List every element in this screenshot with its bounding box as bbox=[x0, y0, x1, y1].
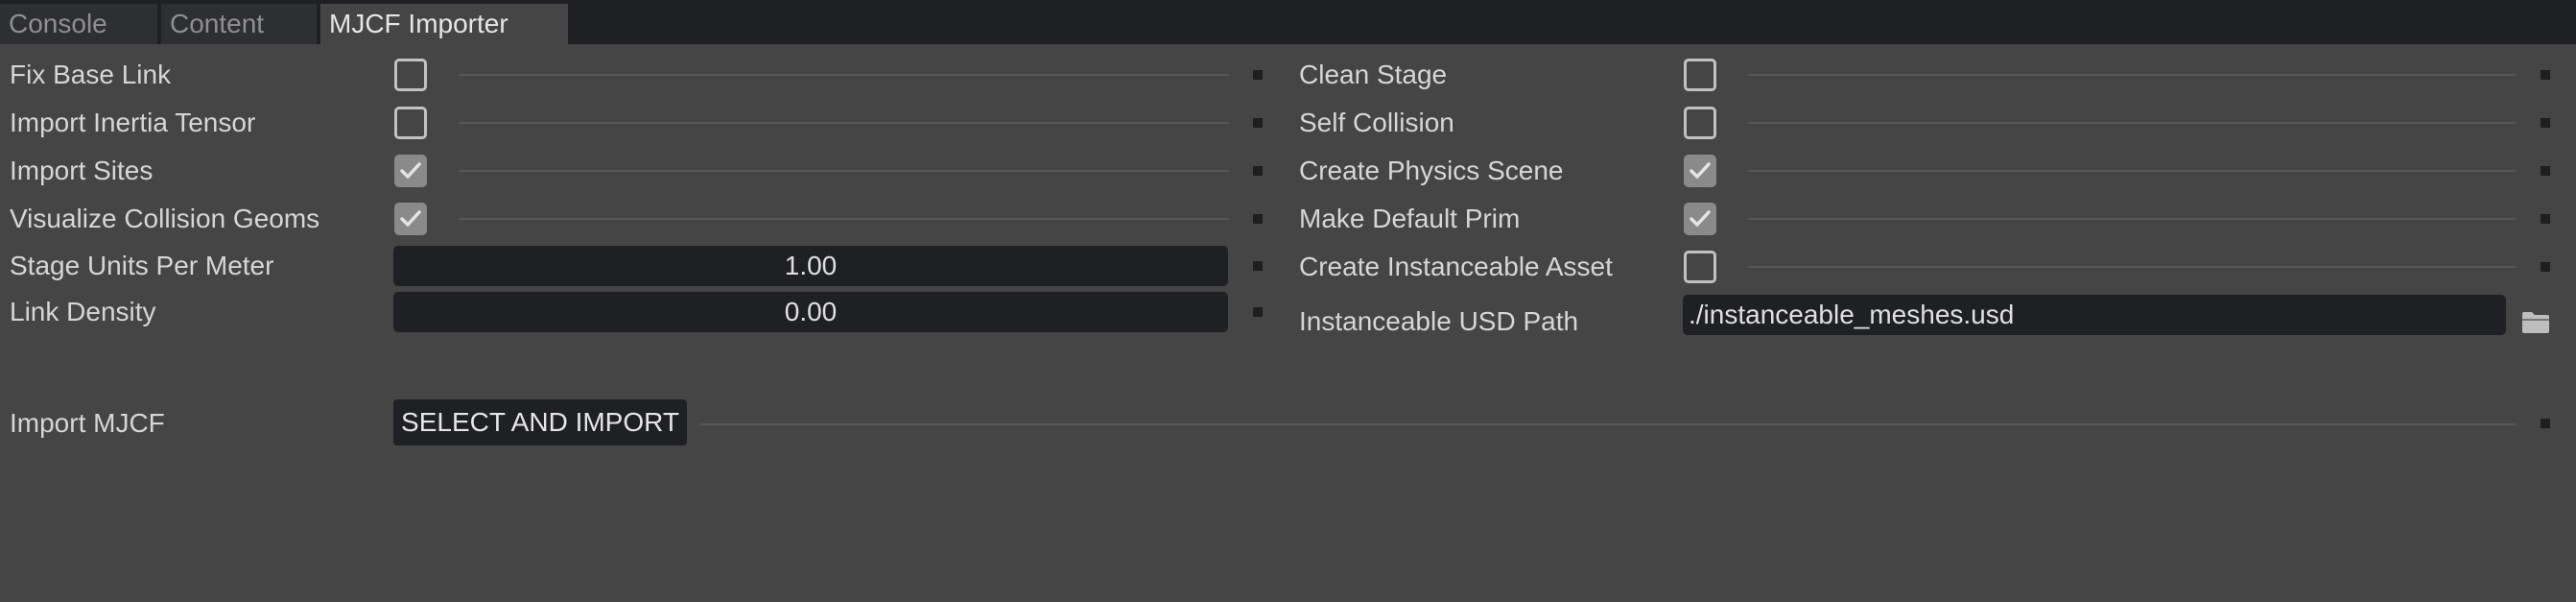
fix-base-link-label: Fix Base Link bbox=[10, 60, 172, 89]
row-divider bbox=[1748, 74, 2516, 76]
import-inertia-tensor-checkbox[interactable] bbox=[394, 107, 427, 139]
clean-stage-label: Clean Stage bbox=[1299, 60, 1448, 89]
reset-default-button[interactable] bbox=[1253, 214, 1263, 224]
reset-default-button[interactable] bbox=[2541, 214, 2550, 224]
tab-mjcf-importer[interactable]: MJCF Importer bbox=[320, 4, 568, 44]
import-mjcf-label: Import MJCF bbox=[10, 408, 165, 438]
row-divider bbox=[1748, 170, 2516, 172]
create-instanceable-asset-label: Create Instanceable Asset bbox=[1299, 252, 1613, 281]
check-icon bbox=[1690, 162, 1711, 179]
row-divider bbox=[459, 74, 1229, 76]
import-sites-checkbox[interactable] bbox=[394, 155, 427, 187]
row-divider bbox=[1748, 122, 2516, 124]
stage-units-per-meter-field[interactable]: 1.00 bbox=[393, 246, 1228, 286]
instanceable-usd-path-field[interactable]: ./instanceable_meshes.usd bbox=[1683, 295, 2506, 335]
row-divider bbox=[459, 170, 1229, 172]
reset-default-button[interactable] bbox=[2541, 419, 2550, 428]
folder-icon-graphic bbox=[2522, 312, 2549, 333]
check-icon bbox=[400, 162, 421, 179]
tab-content[interactable]: Content bbox=[161, 4, 317, 44]
self-collision-label: Self Collision bbox=[1299, 108, 1454, 137]
fix-base-link-checkbox[interactable] bbox=[394, 59, 427, 91]
visualize-collision-geoms-label: Visualize Collision Geoms bbox=[10, 204, 320, 233]
reset-default-button[interactable] bbox=[2541, 166, 2550, 176]
reset-default-button[interactable] bbox=[1253, 70, 1263, 80]
check-icon bbox=[1690, 210, 1711, 227]
row-divider bbox=[1748, 218, 2516, 220]
row-divider bbox=[1748, 266, 2516, 268]
clean-stage-checkbox[interactable] bbox=[1684, 59, 1716, 91]
reset-default-button[interactable] bbox=[2541, 262, 2550, 272]
import-inertia-tensor-label: Import Inertia Tensor bbox=[10, 108, 256, 137]
make-default-prim-checkbox[interactable] bbox=[1684, 203, 1716, 235]
check-icon bbox=[400, 210, 421, 227]
tab-console[interactable]: Console bbox=[0, 4, 157, 44]
link-density-label: Link Density bbox=[10, 297, 156, 326]
tab-bar: Console Content MJCF Importer bbox=[0, 0, 2576, 44]
self-collision-checkbox[interactable] bbox=[1684, 107, 1716, 139]
reset-default-button[interactable] bbox=[1253, 307, 1263, 317]
row-divider bbox=[700, 423, 2516, 425]
reset-default-button[interactable] bbox=[1253, 261, 1263, 271]
import-sites-label: Import Sites bbox=[10, 156, 154, 185]
stage-units-per-meter-label: Stage Units Per Meter bbox=[10, 251, 274, 280]
make-default-prim-label: Make Default Prim bbox=[1299, 204, 1521, 233]
create-physics-scene-checkbox[interactable] bbox=[1684, 155, 1716, 187]
visualize-collision-geoms-checkbox[interactable] bbox=[394, 203, 427, 235]
reset-default-button[interactable] bbox=[1253, 166, 1263, 176]
reset-default-button[interactable] bbox=[2541, 118, 2550, 128]
row-divider bbox=[459, 218, 1229, 220]
create-instanceable-asset-checkbox[interactable] bbox=[1684, 251, 1716, 283]
reset-default-button[interactable] bbox=[1253, 118, 1263, 128]
link-density-field[interactable]: 0.00 bbox=[393, 292, 1228, 332]
reset-default-button[interactable] bbox=[2541, 70, 2550, 80]
select-and-import-button[interactable]: SELECT AND IMPORT bbox=[393, 399, 687, 445]
instanceable-usd-path-label: Instanceable USD Path bbox=[1299, 306, 1579, 336]
row-divider bbox=[459, 122, 1229, 124]
folder-icon[interactable] bbox=[2521, 311, 2550, 339]
create-physics-scene-label: Create Physics Scene bbox=[1299, 156, 1564, 185]
